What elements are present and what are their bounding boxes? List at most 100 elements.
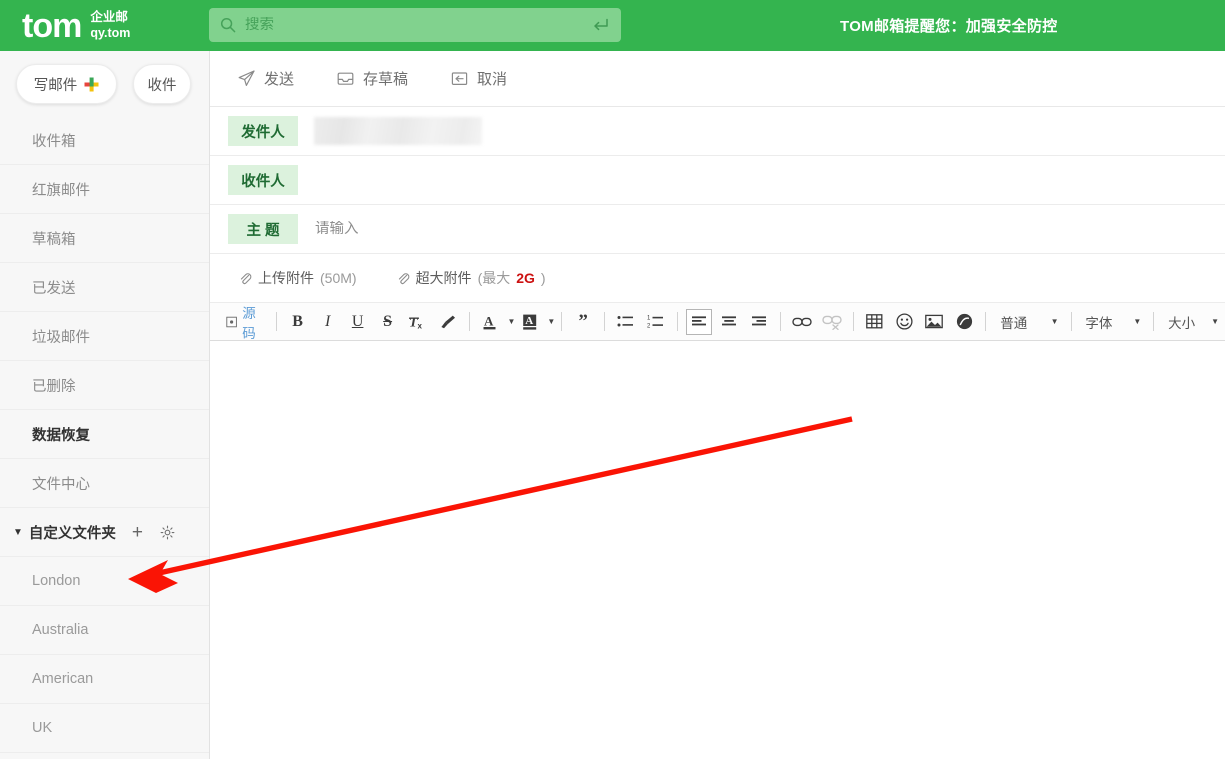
background-color-chevron-icon[interactable]: ▼ bbox=[547, 317, 555, 326]
paperclip-icon bbox=[239, 272, 252, 285]
align-center-icon bbox=[721, 315, 737, 329]
send-button[interactable]: 发送 bbox=[237, 68, 294, 89]
from-row: 发件人 bbox=[210, 107, 1225, 156]
sidebar: 写邮件 收件 收件箱 红旗邮件 草稿箱 已发送 垃圾邮件 已删除 数据恢复 文件… bbox=[0, 51, 210, 759]
toolbar-divider bbox=[276, 312, 277, 331]
source-code-label: 源码 bbox=[242, 302, 264, 342]
remove-format-button[interactable]: T x bbox=[405, 309, 431, 335]
strikethrough-button[interactable]: S bbox=[375, 309, 401, 335]
bold-button[interactable]: B bbox=[285, 309, 311, 335]
logo-subtitle-line1: 企业邮 bbox=[90, 10, 130, 25]
toolbar-divider bbox=[604, 312, 605, 331]
editor-toolbar: 源码 B I U S T x A ▼ bbox=[210, 303, 1225, 341]
sidebar-action-row: 写邮件 收件 bbox=[0, 51, 209, 116]
font-family-select[interactable]: 字体 ▼ bbox=[1077, 309, 1147, 335]
send-icon bbox=[237, 69, 256, 88]
paperclip-icon bbox=[397, 272, 410, 285]
attachment-row: 上传附件 (50M) 超大附件 (最大 2G ) bbox=[210, 254, 1225, 303]
source-code-icon bbox=[226, 315, 237, 329]
bullet-list-button[interactable] bbox=[613, 309, 639, 335]
sidebar-item-file-center[interactable]: 文件中心 bbox=[0, 459, 209, 508]
text-color-chevron-icon[interactable]: ▼ bbox=[507, 317, 515, 326]
insert-emoji-button[interactable] bbox=[891, 309, 917, 335]
bullet-list-icon bbox=[617, 314, 634, 329]
font-size-select[interactable]: 大小 ▼ bbox=[1160, 309, 1225, 335]
custom-folder-australia[interactable]: Australia bbox=[0, 606, 209, 655]
toolbar-divider bbox=[469, 312, 470, 331]
svg-text:x: x bbox=[418, 321, 423, 330]
underline-button[interactable]: U bbox=[345, 309, 371, 335]
compose-panel: 发送 存草稿 取消 发件人 收件人 主 题 bbox=[210, 51, 1225, 759]
receive-mail-button[interactable]: 收件 bbox=[133, 64, 191, 104]
blockquote-button[interactable]: ” bbox=[570, 309, 596, 335]
numbered-list-icon: 1 2 bbox=[647, 314, 664, 329]
large-attachment-note-prefix: (最大 bbox=[478, 268, 511, 288]
custom-folder-london[interactable]: London bbox=[0, 557, 209, 606]
sidebar-nav-list: 收件箱 红旗邮件 草稿箱 已发送 垃圾邮件 已删除 数据恢复 文件中心 bbox=[0, 116, 209, 508]
upload-attachment-button[interactable]: 上传附件 (50M) bbox=[239, 268, 357, 288]
text-color-button[interactable]: A bbox=[477, 309, 503, 335]
upload-attachment-label: 上传附件 bbox=[258, 268, 314, 288]
subject-input[interactable] bbox=[315, 221, 1225, 237]
chevron-down-icon: ▼ bbox=[13, 527, 23, 538]
compose-mail-button[interactable]: 写邮件 bbox=[16, 64, 117, 104]
from-value-redacted[interactable] bbox=[314, 117, 482, 145]
chevron-down-icon: ▼ bbox=[1051, 317, 1059, 326]
emoji-icon bbox=[896, 313, 913, 330]
background-color-button[interactable]: A bbox=[517, 309, 543, 335]
save-draft-button[interactable]: 存草稿 bbox=[336, 68, 408, 89]
toolbar-divider bbox=[1153, 312, 1154, 331]
plus-icon bbox=[84, 77, 99, 92]
mail-body-editor[interactable] bbox=[210, 341, 1225, 751]
compose-action-bar: 发送 存草稿 取消 bbox=[210, 51, 1225, 107]
numbered-list-button[interactable]: 1 2 bbox=[643, 309, 669, 335]
align-right-icon bbox=[751, 315, 767, 329]
app-header: tom 企业邮 qy.tom TOM邮箱提醒您：加强安全防控 bbox=[0, 0, 1225, 51]
custom-folder-american[interactable]: American bbox=[0, 655, 209, 704]
sidebar-item-flagged[interactable]: 红旗邮件 bbox=[0, 165, 209, 214]
source-code-button[interactable]: 源码 bbox=[222, 309, 268, 335]
align-left-button[interactable] bbox=[686, 309, 712, 335]
insert-signature-button[interactable] bbox=[951, 309, 977, 335]
format-brush-button[interactable] bbox=[435, 309, 461, 335]
cancel-button[interactable]: 取消 bbox=[450, 68, 507, 89]
custom-folder-uk[interactable]: UK bbox=[0, 704, 209, 753]
chevron-down-icon: ▼ bbox=[1133, 317, 1141, 326]
italic-button[interactable]: I bbox=[315, 309, 341, 335]
send-label: 发送 bbox=[264, 68, 294, 89]
remove-link-button bbox=[819, 309, 845, 335]
insert-link-button[interactable] bbox=[789, 309, 815, 335]
align-center-button[interactable] bbox=[716, 309, 742, 335]
sidebar-item-drafts[interactable]: 草稿箱 bbox=[0, 214, 209, 263]
logo-subtitle-line2: qy.tom bbox=[90, 26, 130, 41]
insert-table-button[interactable] bbox=[861, 309, 887, 335]
gear-icon[interactable] bbox=[160, 525, 175, 540]
large-attachment-size: 2G bbox=[516, 270, 535, 286]
search-bar[interactable] bbox=[209, 8, 621, 42]
svg-text:1: 1 bbox=[647, 316, 651, 322]
search-icon bbox=[220, 17, 236, 33]
toolbar-divider bbox=[561, 312, 562, 331]
text-color-icon: A bbox=[482, 313, 499, 331]
sidebar-item-data-recovery[interactable]: 数据恢复 bbox=[0, 410, 209, 459]
custom-folder-header[interactable]: ▼ 自定义文件夹 + bbox=[0, 508, 209, 557]
add-folder-icon[interactable]: + bbox=[132, 523, 143, 542]
subject-row: 主 题 bbox=[210, 205, 1225, 254]
sidebar-item-spam[interactable]: 垃圾邮件 bbox=[0, 312, 209, 361]
font-family-value: 字体 bbox=[1085, 312, 1112, 332]
sidebar-item-inbox[interactable]: 收件箱 bbox=[0, 116, 209, 165]
to-input[interactable] bbox=[315, 172, 1225, 188]
large-attachment-button[interactable]: 超大附件 (最大 2G ) bbox=[397, 268, 546, 288]
align-left-icon bbox=[691, 315, 707, 329]
sidebar-item-trash[interactable]: 已删除 bbox=[0, 361, 209, 410]
paragraph-format-select[interactable]: 普通 ▼ bbox=[992, 309, 1064, 335]
svg-text:A: A bbox=[525, 315, 533, 327]
align-right-button[interactable] bbox=[746, 309, 772, 335]
toolbar-divider bbox=[780, 312, 781, 331]
enter-key-icon[interactable] bbox=[592, 17, 609, 34]
search-input[interactable] bbox=[245, 17, 592, 33]
custom-folder-label: 自定义文件夹 bbox=[29, 522, 116, 543]
toolbar-divider bbox=[853, 312, 854, 331]
insert-image-button[interactable] bbox=[921, 309, 947, 335]
sidebar-item-sent[interactable]: 已发送 bbox=[0, 263, 209, 312]
